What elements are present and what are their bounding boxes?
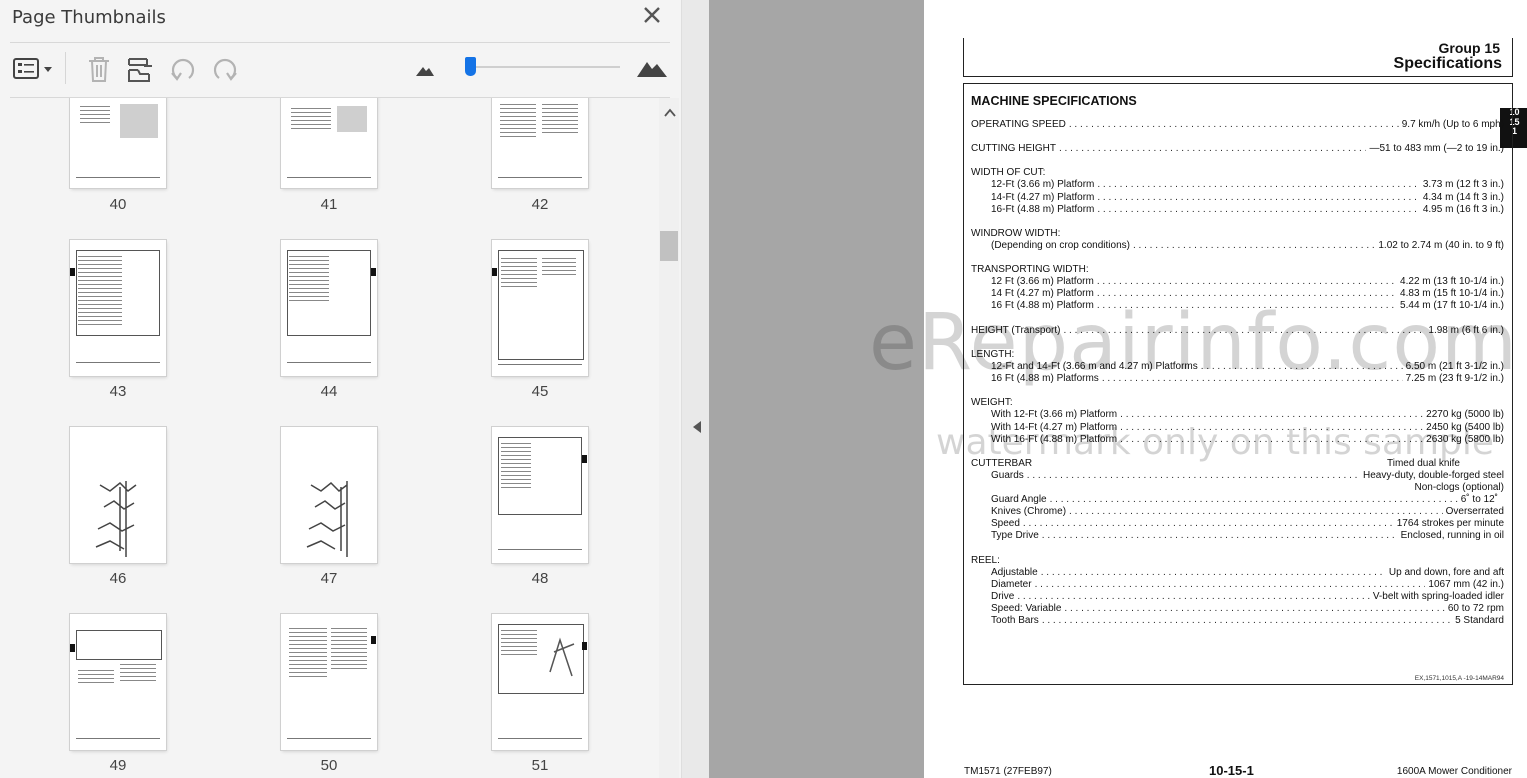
page-thumbnail-44[interactable]	[281, 240, 377, 376]
page-thumbnail-40[interactable]	[70, 98, 166, 188]
thumbnail-label: 47	[320, 570, 338, 587]
zoom-slider-handle[interactable]	[465, 57, 477, 76]
thumbnail-label: 50	[320, 757, 338, 774]
thumbnail-scrollbar[interactable]	[659, 98, 679, 778]
panel-splitter[interactable]	[681, 0, 710, 778]
spec-row: (Depending on crop conditions)1.02 to 2.…	[991, 240, 1504, 251]
document-page: Group 15 Specifications 10 15 1 MACHINE …	[869, 0, 1527, 778]
spec-row: GuardsHeavy-duty, double-forged steel	[991, 470, 1504, 481]
thumbnails-panel: Page Thumbnails 40 41 42 43 44 45 46 47 …	[0, 0, 690, 778]
spec-row: CUTTING HEIGHT—51 to 483 mm (—2 to 19 in…	[971, 143, 1504, 154]
spec-row: 14-Ft (4.27 m) Platform4.34 m (14 ft 3 i…	[991, 192, 1504, 203]
spec-row: Knives (Chrome)Overserrated	[991, 506, 1504, 517]
spec-section-label: TRANSPORTING WIDTH:	[971, 264, 1089, 275]
collapse-panel-icon[interactable]	[693, 421, 701, 433]
panel-title: Page Thumbnails	[12, 7, 166, 28]
spec-section-label: WIDTH OF CUT:	[971, 167, 1046, 178]
spec-row: Diameter1067 mm (42 in.)	[991, 579, 1504, 590]
spec-row: Speed1764 strokes per minute	[991, 518, 1504, 529]
rotate-ccw-icon[interactable]	[168, 54, 198, 84]
document-background	[709, 0, 924, 778]
page-thumbnail-45[interactable]	[492, 240, 588, 376]
rotate-cw-icon[interactable]	[210, 54, 240, 84]
thumbnail-label: 40	[109, 196, 127, 213]
page-header-box: Group 15 Specifications	[963, 38, 1513, 77]
spec-row: OPERATING SPEED9.7 km/h (Up to 6 mph)	[971, 119, 1504, 130]
page-thumbnail-41[interactable]	[281, 98, 377, 188]
watermark-main: eRepairinfo.com	[869, 298, 1519, 388]
thumbnail-label: 46	[109, 570, 127, 587]
page-thumbnail-50[interactable]	[281, 614, 377, 750]
close-icon[interactable]	[640, 3, 664, 27]
toolbar-separator	[65, 52, 66, 84]
page-thumbnail-47[interactable]	[281, 427, 377, 563]
thumbnail-grid: 40 41 42 43 44 45 46 47 48 49 50 51	[0, 98, 659, 778]
zoom-slider-track[interactable]	[466, 66, 620, 68]
spec-section-label: REEL:	[971, 555, 1000, 566]
thumbnail-label: 42	[531, 196, 549, 213]
spec-row: Speed: Variable60 to 72 rpm	[991, 603, 1504, 614]
spec-row: 16-Ft (4.88 m) Platform4.95 m (16 ft 3 i…	[991, 204, 1504, 215]
spec-row: 12 Ft (3.66 m) Platform4.22 m (13 ft 10-…	[991, 276, 1504, 287]
figure-code: EX,1571,1015,A -19-14MAR94	[1414, 675, 1504, 682]
small-mountain-icon[interactable]	[414, 54, 436, 84]
spec-row: DriveV-belt with spring-loaded idler	[991, 591, 1504, 602]
thumbnail-label: 49	[109, 757, 127, 774]
thumbnail-label: 45	[531, 383, 549, 400]
thumbnail-label: 43	[109, 383, 127, 400]
large-mountain-icon[interactable]	[636, 54, 668, 84]
list-options-icon[interactable]	[12, 54, 56, 84]
thumbnail-label: 41	[320, 196, 338, 213]
page-thumbnail-49[interactable]	[70, 614, 166, 750]
spec-row: 12-Ft (3.66 m) Platform3.73 m (12 ft 3 i…	[991, 179, 1504, 190]
section-title: Specifications	[1393, 55, 1502, 72]
spec-section-label: WEIGHT:	[971, 397, 1013, 408]
spec-row: Tooth Bars5 Standard	[991, 615, 1504, 626]
thumbnail-label: 51	[531, 757, 549, 774]
page-thumbnail-51[interactable]	[492, 614, 588, 750]
trash-icon[interactable]	[85, 54, 113, 84]
spec-row: Type DriveEnclosed, running in oil	[991, 530, 1504, 541]
spec-row: AdjustableUp and down, fore and aft	[991, 567, 1504, 578]
thumbnail-label: 44	[320, 383, 338, 400]
insert-pages-icon[interactable]	[126, 54, 156, 84]
spec-heading: MACHINE SPECIFICATIONS	[971, 94, 1137, 108]
page-thumbnail-46[interactable]	[70, 427, 166, 563]
spec-row: With 12-Ft (3.66 m) Platform2270 kg (500…	[991, 409, 1504, 420]
spec-section-label: WINDROW WIDTH:	[971, 228, 1061, 239]
page-thumbnail-43[interactable]	[70, 240, 166, 376]
page-thumbnail-48[interactable]	[492, 427, 588, 563]
footer-page-number: 10-15-1	[1209, 763, 1254, 778]
thumbnail-label: 48	[531, 570, 549, 587]
footer-manual-code: TM1571 (27FEB97)	[964, 766, 1052, 777]
watermark-sub: watermark only on this sample	[936, 422, 1495, 463]
page-thumbnail-42[interactable]	[492, 98, 588, 188]
spec-value: Non-clogs (optional)	[1414, 482, 1505, 493]
scroll-up-arrow-icon[interactable]	[664, 107, 676, 119]
spec-row: Guard Angle6˚ to 12˚	[991, 494, 1498, 505]
group-label: Group 15	[1438, 40, 1500, 56]
panel-divider-top	[10, 42, 670, 43]
footer-product: 1600A Mower Conditioner	[1396, 766, 1512, 777]
scrollbar-thumb[interactable]	[660, 231, 678, 261]
